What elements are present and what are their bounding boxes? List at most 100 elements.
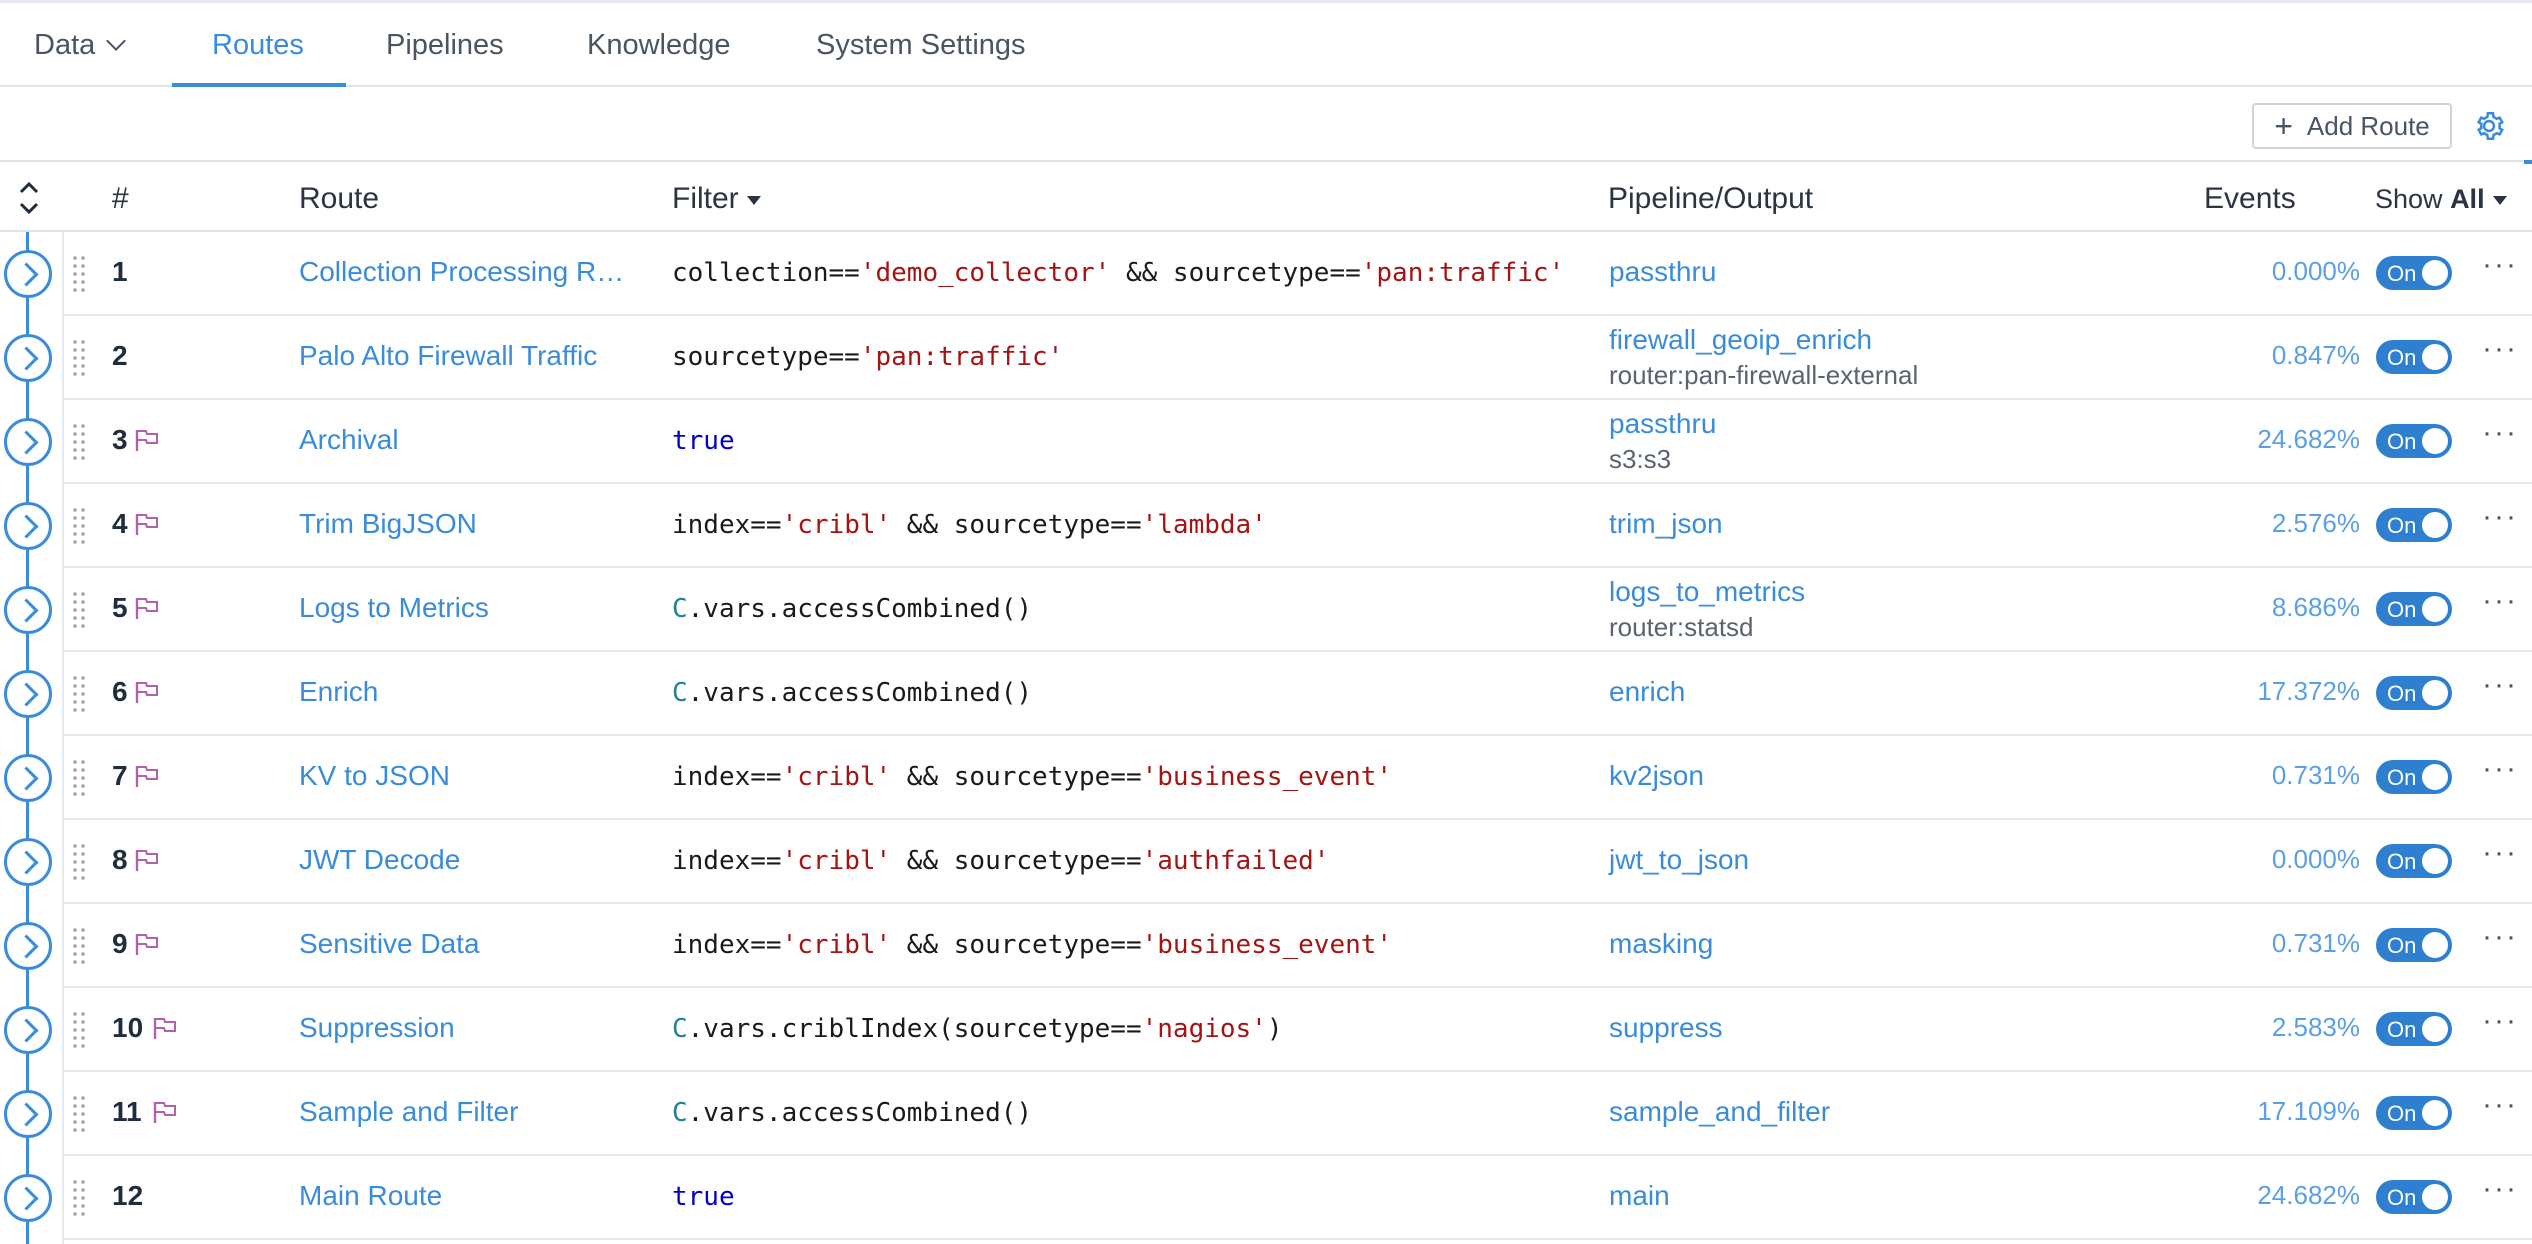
pipeline-link[interactable]: kv2json bbox=[1609, 760, 1704, 792]
route-enabled-toggle[interactable]: On bbox=[2376, 844, 2452, 878]
route-name-link[interactable]: JWT Decode bbox=[299, 844, 460, 876]
route-name-link[interactable]: Logs to Metrics bbox=[299, 592, 489, 624]
toggle-label: On bbox=[2387, 597, 2417, 622]
more-actions-icon[interactable]: ··· bbox=[2482, 1172, 2518, 1206]
pipeline-link[interactable]: logs_to_metrics bbox=[1609, 576, 1805, 608]
drag-handle-icon[interactable] bbox=[72, 928, 86, 964]
table-row[interactable]: 7 KV to JSON index=='cribl' && sourcetype=… bbox=[64, 736, 2532, 820]
route-enabled-toggle[interactable]: On bbox=[2376, 1012, 2452, 1046]
route-name-link[interactable]: Suppression bbox=[299, 1012, 455, 1044]
drag-handle-icon[interactable] bbox=[72, 256, 86, 292]
tab-pipelines[interactable]: Pipelines bbox=[386, 3, 504, 87]
route-expand-icon[interactable] bbox=[4, 250, 52, 298]
more-actions-icon[interactable]: ··· bbox=[2482, 1088, 2518, 1122]
pipeline-link[interactable]: jwt_to_json bbox=[1609, 844, 1749, 876]
table-row[interactable]: 8 JWT Decode index=='cribl' && sourcetype=… bbox=[64, 820, 2532, 904]
drag-handle-icon[interactable] bbox=[72, 1012, 86, 1048]
more-actions-icon[interactable]: ··· bbox=[2482, 1004, 2518, 1038]
route-name-link[interactable]: Enrich bbox=[299, 676, 378, 708]
table-row[interactable]: 2 Palo Alto Firewall Traffic sourcetype=='… bbox=[64, 316, 2532, 400]
table-row[interactable]: 12 Main Route true main 24.682% On ··· bbox=[64, 1156, 2532, 1240]
route-name-link[interactable]: Collection Processing Rou... bbox=[299, 256, 639, 288]
route-name-link[interactable]: Trim BigJSON bbox=[299, 508, 477, 540]
pipeline-link[interactable]: trim_json bbox=[1609, 508, 1723, 540]
route-enabled-toggle[interactable]: On bbox=[2376, 928, 2452, 962]
pipeline-link[interactable]: passthru bbox=[1609, 256, 1716, 288]
pipeline-link[interactable]: enrich bbox=[1609, 676, 1685, 708]
pipeline-link[interactable]: firewall_geoip_enrich bbox=[1609, 324, 1872, 356]
pipeline-link[interactable]: main bbox=[1609, 1180, 1670, 1212]
drag-handle-icon[interactable] bbox=[72, 340, 86, 376]
more-actions-icon[interactable]: ··· bbox=[2482, 668, 2518, 702]
flag-icon bbox=[153, 1018, 176, 1039]
route-name-link[interactable]: Main Route bbox=[299, 1180, 442, 1212]
route-enabled-toggle[interactable]: On bbox=[2376, 1096, 2452, 1130]
drag-handle-icon[interactable] bbox=[72, 1180, 86, 1216]
flag-icon bbox=[135, 430, 158, 451]
route-enabled-toggle[interactable]: On bbox=[2376, 508, 2452, 542]
tab-system-settings[interactable]: System Settings bbox=[816, 3, 1026, 87]
route-expand-icon[interactable] bbox=[4, 922, 52, 970]
drag-handle-icon[interactable] bbox=[72, 676, 86, 712]
drag-handle-icon[interactable] bbox=[72, 424, 86, 460]
toggle-knob bbox=[2422, 764, 2448, 790]
route-expand-icon[interactable] bbox=[4, 586, 52, 634]
nav-data-dropdown[interactable]: Data bbox=[34, 3, 127, 87]
route-enabled-toggle[interactable]: On bbox=[2376, 676, 2452, 710]
route-expand-icon[interactable] bbox=[4, 838, 52, 886]
more-actions-icon[interactable]: ··· bbox=[2482, 920, 2518, 954]
table-row[interactable]: 6 Enrich C.vars.accessCombined() enrich 17.3… bbox=[64, 652, 2532, 736]
route-name-link[interactable]: Archival bbox=[299, 424, 399, 456]
drag-handle-icon[interactable] bbox=[72, 1096, 86, 1132]
table-row[interactable]: 5 Logs to Metrics C.vars.accessCombined() l… bbox=[64, 568, 2532, 652]
more-actions-icon[interactable]: ··· bbox=[2482, 752, 2518, 786]
route-name-link[interactable]: Sample and Filter bbox=[299, 1096, 518, 1128]
route-enabled-toggle[interactable]: On bbox=[2376, 340, 2452, 374]
pipeline-link[interactable]: sample_and_filter bbox=[1609, 1096, 1830, 1128]
pipeline-link[interactable]: suppress bbox=[1609, 1012, 1723, 1044]
table-row[interactable]: 3 Archival true passthru s3:s3 24.682% On ··· bbox=[64, 400, 2532, 484]
route-enabled-toggle[interactable]: On bbox=[2376, 1180, 2452, 1214]
route-expand-icon[interactable] bbox=[4, 1006, 52, 1054]
route-enabled-toggle[interactable]: On bbox=[2376, 256, 2452, 290]
route-enabled-toggle[interactable]: On bbox=[2376, 760, 2452, 794]
route-name-link[interactable]: KV to JSON bbox=[299, 760, 450, 792]
route-enabled-toggle[interactable]: On bbox=[2376, 592, 2452, 626]
route-expand-icon[interactable] bbox=[4, 1174, 52, 1222]
column-header-filter[interactable]: Filter bbox=[672, 162, 761, 232]
tab-routes[interactable]: Routes bbox=[212, 3, 304, 87]
route-expand-icon[interactable] bbox=[4, 1090, 52, 1138]
more-actions-icon[interactable]: ··· bbox=[2482, 500, 2518, 534]
route-expand-icon[interactable] bbox=[4, 418, 52, 466]
route-expand-icon[interactable] bbox=[4, 334, 52, 382]
add-route-button[interactable]: + Add Route bbox=[2252, 103, 2452, 149]
route-expand-icon[interactable] bbox=[4, 754, 52, 802]
route-expand-icon[interactable] bbox=[4, 670, 52, 718]
more-actions-icon[interactable]: ··· bbox=[2482, 836, 2518, 870]
top-nav: Data Routes Pipelines Knowledge System S… bbox=[0, 3, 2532, 87]
drag-handle-icon[interactable] bbox=[72, 844, 86, 880]
gear-icon[interactable] bbox=[2472, 109, 2506, 143]
table-row[interactable]: 1 Collection Processing Rou... collection=… bbox=[64, 232, 2532, 316]
route-expand-icon[interactable] bbox=[4, 502, 52, 550]
route-enabled-toggle[interactable]: On bbox=[2376, 424, 2452, 458]
drag-handle-icon[interactable] bbox=[72, 760, 86, 796]
route-filter-expression: C.vars.accessCombined() bbox=[672, 594, 1032, 624]
drag-handle-icon[interactable] bbox=[72, 592, 86, 628]
route-name-link[interactable]: Palo Alto Firewall Traffic bbox=[299, 340, 597, 372]
table-row[interactable]: 10 Suppression C.vars.criblIndex(sourcetyp… bbox=[64, 988, 2532, 1072]
more-actions-icon[interactable]: ··· bbox=[2482, 584, 2518, 618]
more-actions-icon[interactable]: ··· bbox=[2482, 248, 2518, 282]
route-name-link[interactable]: Sensitive Data bbox=[299, 928, 480, 960]
table-row[interactable]: 11 Sample and Filter C.vars.accessCombined… bbox=[64, 1072, 2532, 1156]
pipeline-link[interactable]: passthru bbox=[1609, 408, 1716, 440]
more-actions-icon[interactable]: ··· bbox=[2482, 332, 2518, 366]
pipeline-link[interactable]: masking bbox=[1609, 928, 1713, 960]
show-all-dropdown[interactable]: Show All bbox=[2375, 162, 2507, 232]
tab-knowledge[interactable]: Knowledge bbox=[587, 3, 731, 87]
drag-handle-icon[interactable] bbox=[72, 508, 86, 544]
table-row[interactable]: 4 Trim BigJSON index=='cribl' && sourcetyp… bbox=[64, 484, 2532, 568]
more-actions-icon[interactable]: ··· bbox=[2482, 416, 2518, 450]
table-row[interactable]: 9 Sensitive Data index=='cribl' && sourcet… bbox=[64, 904, 2532, 988]
expand-collapse-all-icon[interactable] bbox=[16, 178, 42, 218]
